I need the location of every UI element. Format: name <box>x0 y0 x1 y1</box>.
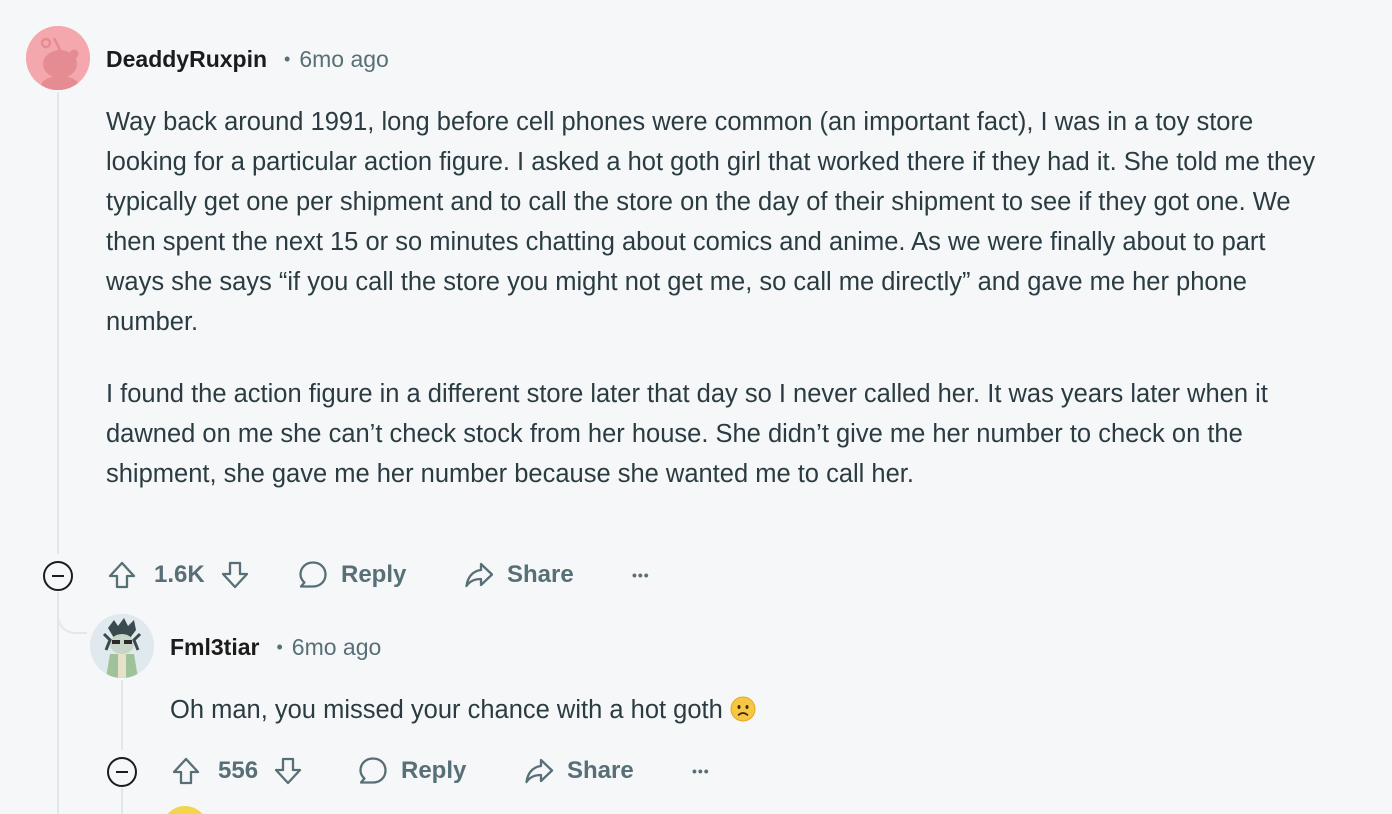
username[interactable]: Fml3tiar <box>170 634 259 661</box>
comment-body: Oh man, you missed your chance with a ho… <box>170 690 756 730</box>
more-options-button[interactable]: ••• <box>632 556 650 594</box>
downvote-icon[interactable] <box>272 755 304 787</box>
comment-meta: Fml3tiar • 6mo ago <box>170 632 381 662</box>
reply-button[interactable]: Reply <box>297 556 406 594</box>
thread-line-reply[interactable] <box>121 680 123 750</box>
share-arrow-icon <box>465 562 494 588</box>
more-options-button[interactable]: ••• <box>692 752 710 790</box>
collapse-button[interactable] <box>107 757 137 787</box>
share-arrow-icon <box>525 758 554 784</box>
thread-line-main[interactable] <box>57 92 59 554</box>
thread-line-reply-lower[interactable] <box>121 788 123 814</box>
avatar[interactable] <box>26 26 90 90</box>
share-button[interactable]: Share <box>463 556 574 594</box>
comment-bubble-icon <box>299 561 327 588</box>
share-label: Share <box>507 561 574 588</box>
downvote-icon[interactable] <box>219 559 251 591</box>
comment-body: Way back around 1991, long before cell p… <box>106 102 1356 494</box>
minus-icon <box>116 771 128 773</box>
character-avatar-icon <box>90 614 154 678</box>
comment-text: Oh man, you missed your chance with a ho… <box>170 696 723 724</box>
share-button[interactable]: Share <box>523 752 634 790</box>
vote-group: 556 <box>170 752 304 790</box>
vote-group: 1.6K <box>106 556 251 594</box>
comment-paragraph: I found the action figure in a different… <box>106 380 1268 488</box>
comment-meta: DeaddyRuxpin • 6mo ago <box>106 44 389 74</box>
meta-separator: • <box>276 636 283 657</box>
timestamp[interactable]: 6mo ago <box>299 46 389 73</box>
more-options-icon: ••• <box>632 567 650 583</box>
comment-thread: DeaddyRuxpin • 6mo ago Way back around 1… <box>0 0 1392 814</box>
next-avatar[interactable] <box>162 806 208 814</box>
reply-label: Reply <box>341 561 407 588</box>
comment-paragraph: Way back around 1991, long before cell p… <box>106 108 1316 336</box>
comment-paragraph: Oh man, you missed your chance with a ho… <box>170 690 756 730</box>
timestamp[interactable]: 6mo ago <box>292 634 382 661</box>
vote-count: 556 <box>218 757 259 784</box>
reply-button[interactable]: Reply <box>357 752 466 790</box>
thread-line-elbow <box>57 594 87 634</box>
meta-separator: • <box>284 48 291 69</box>
avatar[interactable] <box>90 614 154 678</box>
comment-bubble-icon <box>359 757 387 784</box>
minus-icon <box>52 575 64 577</box>
frowning-face-icon <box>730 696 756 722</box>
username[interactable]: DeaddyRuxpin <box>106 46 267 73</box>
snoo-avatar-icon <box>26 26 90 90</box>
upvote-icon[interactable] <box>106 559 138 591</box>
upvote-icon[interactable] <box>170 755 202 787</box>
reply-label: Reply <box>401 757 467 784</box>
collapse-button[interactable] <box>43 561 73 591</box>
more-options-icon: ••• <box>692 763 710 779</box>
share-label: Share <box>567 757 634 784</box>
vote-count: 1.6K <box>154 561 205 588</box>
